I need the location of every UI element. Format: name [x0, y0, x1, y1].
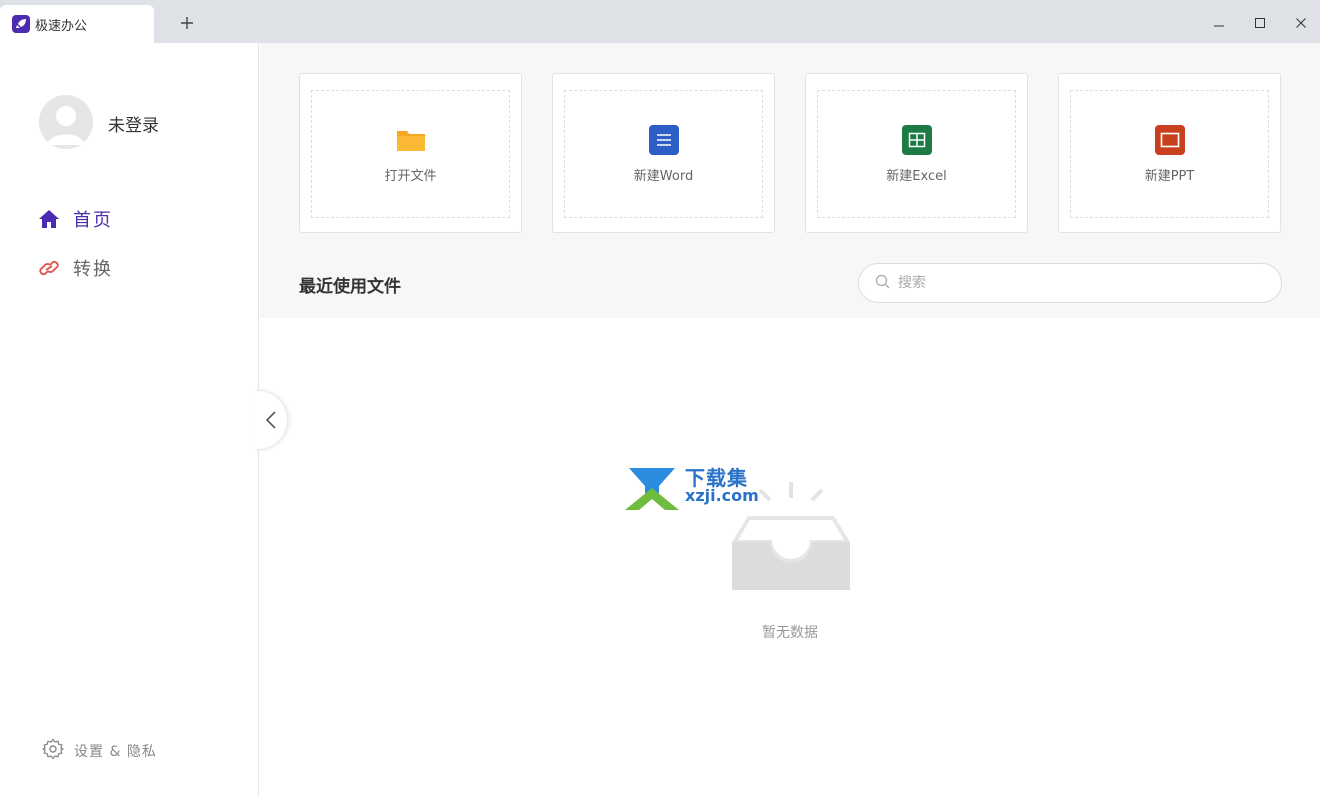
- collapse-sidebar-button[interactable]: [255, 390, 288, 450]
- minimize-button[interactable]: [1208, 12, 1230, 34]
- new-excel-card[interactable]: 新建Excel: [805, 73, 1028, 233]
- card-label: 新建Word: [633, 168, 694, 184]
- chevron-left-icon: [265, 411, 276, 429]
- gear-icon: [42, 738, 64, 764]
- search-box[interactable]: [858, 263, 1282, 303]
- word-doc-icon: [648, 124, 679, 155]
- excel-sheet-icon: [901, 124, 932, 155]
- settings-label: 设置 & 隐私: [74, 744, 157, 760]
- open-file-card[interactable]: 打开文件: [299, 73, 522, 233]
- maximize-icon: [1255, 18, 1265, 28]
- app-tab[interactable]: 极速办公: [0, 5, 154, 43]
- new-tab-button[interactable]: [176, 12, 198, 34]
- card-label: 打开文件: [384, 168, 437, 184]
- sidebar: 未登录 首页 转换 设置 & 隐私: [0, 43, 259, 797]
- plus-icon: [181, 17, 193, 29]
- sidebar-item-label: 首页: [73, 210, 113, 231]
- avatar[interactable]: [39, 95, 93, 149]
- recent-files-title: 最近使用文件: [299, 277, 401, 297]
- sidebar-item-home[interactable]: 首页: [38, 206, 113, 232]
- minimize-icon: [1214, 25, 1224, 27]
- sidebar-item-convert[interactable]: 转换: [38, 255, 113, 281]
- watermark-en-text: xzji.com: [685, 486, 759, 505]
- new-word-card[interactable]: 新建Word: [552, 73, 775, 233]
- sidebar-item-label: 转换: [73, 259, 113, 280]
- ppt-slide-icon: [1154, 124, 1185, 155]
- download-arrow-logo-icon: [625, 468, 679, 510]
- close-window-button[interactable]: [1290, 12, 1312, 34]
- title-bar: 极速办公: [0, 0, 1320, 43]
- folder-icon: [396, 125, 426, 155]
- search-icon: [875, 274, 890, 293]
- username[interactable]: 未登录: [108, 111, 159, 136]
- rocket-icon: [12, 15, 30, 33]
- home-icon: [38, 208, 60, 230]
- convert-icon: [38, 257, 60, 279]
- xzji-watermark: 下载集 xzji.com: [625, 462, 770, 512]
- card-label: 新建Excel: [886, 168, 947, 184]
- close-icon: [1296, 18, 1306, 28]
- search-input[interactable]: [898, 275, 1258, 291]
- settings-privacy-link[interactable]: 设置 & 隐私: [42, 738, 157, 764]
- card-label: 新建PPT: [1144, 168, 1195, 184]
- tab-title: 极速办公: [35, 18, 88, 34]
- empty-state-text: 暂无数据: [762, 625, 818, 641]
- maximize-button[interactable]: [1249, 12, 1271, 34]
- new-ppt-card[interactable]: 新建PPT: [1058, 73, 1281, 233]
- user-icon: [47, 106, 85, 145]
